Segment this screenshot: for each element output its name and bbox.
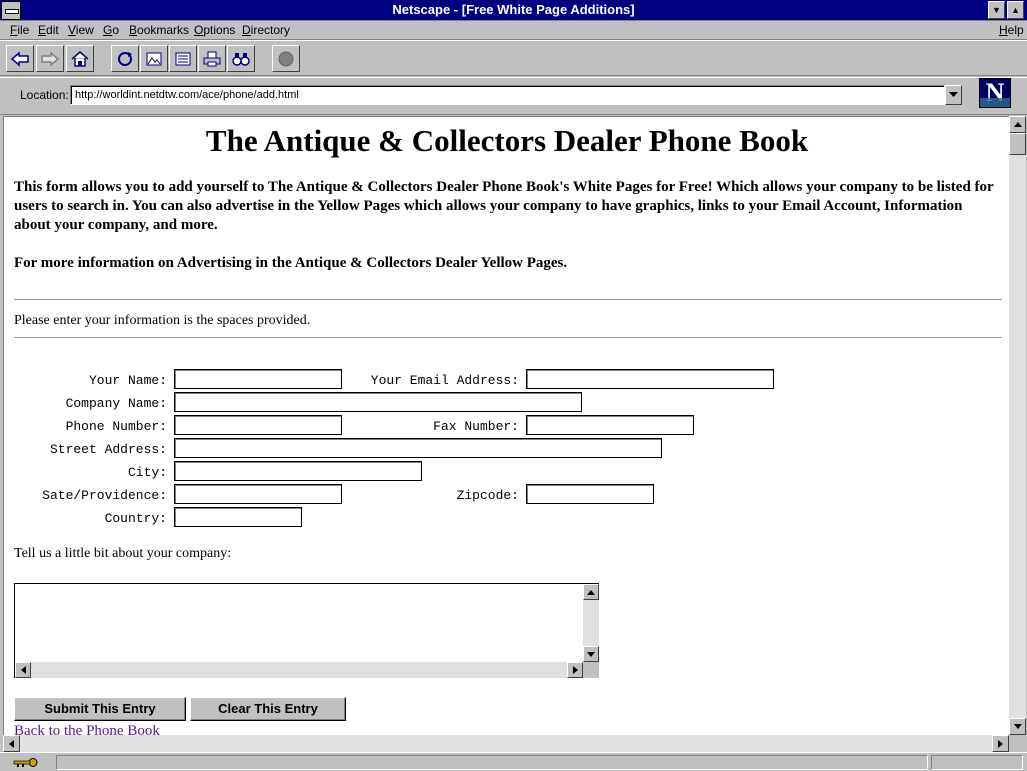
url-dropdown-button[interactable] [945,85,962,105]
security-key-icon [8,756,44,769]
company-label: Company Name: [65,396,167,411]
window-title: Netscape - [Free White Page Additions] [392,2,635,17]
chevron-right-icon [572,666,578,674]
street-label: Street Address: [49,442,167,457]
forward-button[interactable] [36,45,64,72]
city-label: City: [127,465,167,480]
status-bar [0,752,1027,771]
scrollbar-corner [1009,735,1026,752]
phone-label: Phone Number: [65,419,167,434]
menu-view[interactable]: View [68,23,94,37]
textarea-horizontal-scrollbar[interactable] [15,662,583,678]
open-icon [175,52,191,65]
phone-input[interactable] [174,415,342,435]
toolbar [0,40,1027,76]
name-input[interactable] [174,369,342,389]
reload-icon [118,51,132,66]
chevron-left-icon [9,739,14,748]
zip-input[interactable] [526,484,654,504]
street-input[interactable] [174,438,662,458]
country-label: Country: [104,511,167,526]
location-label: Location: [20,88,69,102]
menu-bookmarks[interactable]: Bookmarks [129,23,189,37]
open-button[interactable] [169,45,197,72]
menu-options[interactable]: Options [194,23,235,37]
home-button[interactable] [66,45,94,72]
stop-icon [278,51,294,66]
location-bar: Location: http://worldint.netdtw.com/ace… [0,77,1027,115]
menu-bar: File Edit View Go Bookmarks Options Dire… [0,21,1027,40]
vertical-scrollbar[interactable] [1009,116,1026,735]
images-icon [146,52,162,65]
maximize-button[interactable]: ▲ [1007,1,1024,19]
country-input[interactable] [174,507,302,527]
title-bar: Netscape - [Free White Page Additions] ▼… [0,0,1027,21]
fax-label: Fax Number: [433,419,519,434]
divider [14,337,1002,339]
textarea-vertical-scrollbar[interactable] [583,584,599,662]
minimize-button[interactable]: ▼ [988,1,1005,19]
city-input[interactable] [174,461,422,481]
scroll-right-button[interactable] [992,735,1009,752]
clear-entry-button[interactable]: Clear This Entry [190,697,346,721]
about-company-textarea[interactable] [14,583,599,678]
chevron-down-icon [587,651,595,657]
menu-edit[interactable]: Edit [38,23,59,37]
chevron-up-icon [587,589,595,595]
scroll-up-button[interactable] [1009,116,1026,133]
intro-text: This form allows you to add yourself to … [14,179,994,233]
stop-button[interactable] [272,45,300,72]
email-input[interactable] [526,369,774,389]
instructions-text: Please enter your information is the spa… [14,313,311,328]
back-button[interactable] [6,45,34,72]
menu-go[interactable]: Go [103,23,119,37]
progress-indicator [931,755,1023,770]
submit-entry-button[interactable]: Submit This Entry [14,697,186,721]
chevron-up-icon [1013,122,1022,127]
fax-input[interactable] [526,415,694,435]
reload-button[interactable] [111,45,139,72]
company-input[interactable] [174,392,582,412]
advertising-info-text: For more information on Advertising in t… [14,255,568,271]
zip-label: Zipcode: [456,488,519,503]
status-message [56,755,928,770]
chevron-down-icon [949,92,958,97]
page-title: The Antique & Collectors Dealer Phone Bo… [205,123,809,158]
scroll-thumb[interactable] [1009,133,1026,155]
forward-arrow-icon [41,50,60,67]
back-to-phone-book-link[interactable]: Back to the Phone Book [14,723,160,735]
name-label: Your Name: [88,373,167,388]
chevron-right-icon [998,739,1003,748]
scroll-left-button[interactable] [3,735,20,752]
menu-directory[interactable]: Directory [242,23,290,37]
scroll-down-button[interactable] [1009,718,1026,735]
chevron-left-icon [20,666,26,674]
printer-icon [203,51,221,66]
email-label: Your Email Address: [370,373,519,388]
about-company-label: Tell us a little bit about your company: [14,546,232,561]
home-icon [71,50,89,67]
chevron-down-icon [1013,724,1022,729]
state-label: Sate/Providence: [42,488,167,503]
textarea-scroll-up-button[interactable] [583,584,599,600]
find-button[interactable] [227,45,255,72]
menu-help[interactable]: Help [999,23,1024,37]
divider [14,299,1002,301]
binoculars-icon [232,52,250,66]
textarea-scroll-right-button[interactable] [567,662,583,678]
textarea-scroll-down-button[interactable] [583,646,599,662]
url-field[interactable]: http://worldint.netdtw.com/ace/phone/add… [70,85,945,105]
print-button[interactable] [198,45,226,72]
state-input[interactable] [174,484,342,504]
images-button[interactable] [140,45,168,72]
page-viewport: The Antique & Collectors Dealer Phone Bo… [3,116,1009,735]
textarea-scroll-corner [583,662,599,678]
netscape-logo: N [979,78,1011,108]
textarea-scroll-left-button[interactable] [15,662,31,678]
back-arrow-icon [10,50,29,67]
horizontal-scrollbar[interactable] [3,735,1009,752]
menu-file[interactable]: File [10,23,29,37]
